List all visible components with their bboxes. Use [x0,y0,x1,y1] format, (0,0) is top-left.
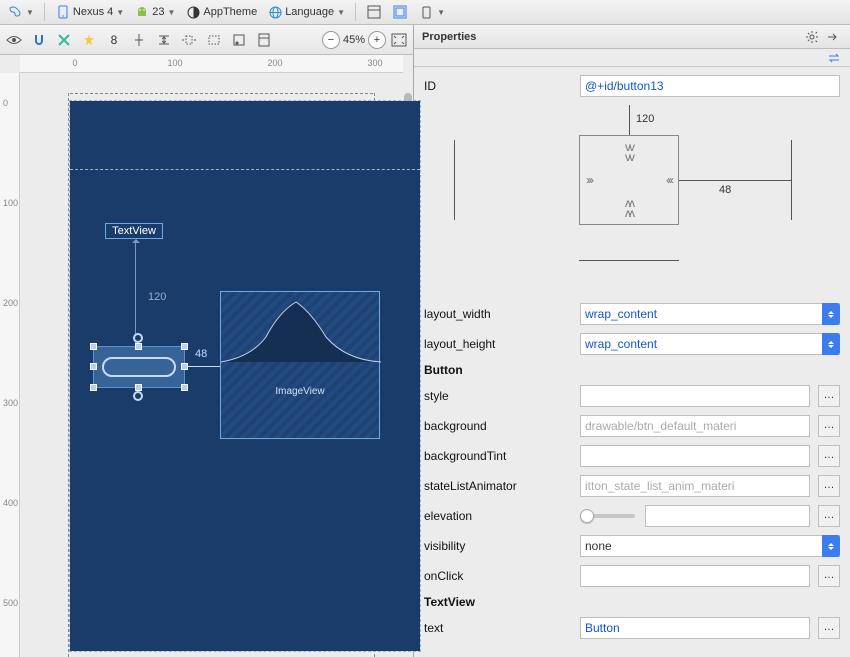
resize-handle[interactable] [90,343,97,350]
phone-icon [418,4,434,20]
resize-handle[interactable] [181,343,188,350]
resize-handle[interactable] [181,384,188,391]
dropdown-button[interactable] [822,333,840,355]
palette-icon [7,4,23,20]
dropdown-button[interactable] [822,303,840,325]
more-button[interactable]: … [818,565,840,587]
design-pane: 8 − 45% + 0 100 200 [0,25,414,657]
expand-v-icon[interactable] [204,30,224,50]
palette-dropdown[interactable]: ▼ [4,0,37,24]
zoom-out-button[interactable]: − [322,31,340,49]
resize-handle[interactable] [135,343,142,350]
ruler-vertical: 0 100 200 300 400 500 [0,73,20,657]
background-input[interactable] [580,415,810,437]
more-button[interactable]: … [818,415,840,437]
section-textview: TextView [424,595,572,609]
constraint-arrow-top [135,241,136,346]
layout-width-label: layout_width [424,307,572,321]
expand-h-icon[interactable] [179,30,199,50]
zoom-level: 45% [343,34,365,46]
layout-width-select[interactable] [580,303,840,325]
id-label: ID [424,79,572,93]
section-button: Button [424,363,572,377]
panel-title: Properties [422,31,476,43]
backgroundtint-input[interactable] [580,445,810,467]
more-button[interactable]: … [818,475,840,497]
layout-variant2[interactable] [389,0,411,24]
theme-dropdown[interactable]: AppTheme [182,0,260,24]
more-button[interactable]: … [818,505,840,527]
phone-icon [55,4,71,20]
magnet-icon[interactable] [29,30,49,50]
constraint-widget[interactable]: 120 vvvv ʌʌʌʌ ›››‹‹‹ 48 [424,105,840,295]
resize-handle[interactable] [90,384,97,391]
api-dropdown[interactable]: 23▼ [131,0,178,24]
constraint-right-label: 48 [195,348,207,360]
clear-constraints-icon[interactable] [54,30,74,50]
device-dropdown[interactable]: Nexus 4▼ [52,0,127,24]
eye-icon[interactable] [4,30,24,50]
more-button[interactable]: … [818,385,840,407]
constraint-top-label: 120 [148,291,166,303]
id-input[interactable] [580,75,840,97]
more-button[interactable]: … [818,445,840,467]
statelistanimator-input[interactable] [580,475,810,497]
elevation-slider[interactable] [580,505,810,527]
elevation-input[interactable] [645,505,810,527]
globe-icon [267,4,283,20]
zoom-fit-icon[interactable] [389,30,409,50]
resize-handle[interactable] [135,384,142,391]
onclick-input[interactable] [580,565,810,587]
design-toolbar-row2: 8 − 45% + [0,25,413,55]
canvas-imageview[interactable]: ImageView [220,291,380,439]
ruler-horizontal: 0 100 200 300 [20,55,403,73]
theme-icon [185,4,201,20]
constraint-anchor[interactable] [133,333,143,343]
pack-icon[interactable] [154,30,174,50]
collapse-icon[interactable] [822,27,842,47]
swap-icon[interactable] [824,48,844,68]
infer-icon[interactable] [79,30,99,50]
android-icon [134,4,150,20]
layout-variant1[interactable] [363,0,385,24]
margin-value[interactable]: 8 [104,30,124,50]
imageview-placeholder [221,292,381,372]
canvas-button-selected[interactable] [93,346,185,388]
guideline-icon[interactable] [229,30,249,50]
properties-panel: Properties ID 120 vvvv [414,25,850,657]
visibility-select[interactable] [580,535,840,557]
align-icon[interactable] [129,30,149,50]
gear-icon[interactable] [802,27,822,47]
more-button[interactable]: … [818,617,840,639]
design-toolbar: ▼ Nexus 4▼ 23▼ AppTheme [0,0,850,25]
zoom-in-button[interactable]: + [368,31,386,49]
language-dropdown[interactable]: Language▼ [264,0,348,24]
layout-height-select[interactable] [580,333,840,355]
orientation-dropdown[interactable]: ▼ [415,0,448,24]
text-input[interactable] [580,617,810,639]
design-canvas[interactable]: TextView 120 [20,73,403,657]
percent-icon[interactable] [254,30,274,50]
resize-handle[interactable] [90,363,97,370]
layout-height-label: layout_height [424,337,572,351]
dropdown-button[interactable] [822,535,840,557]
style-input[interactable] [580,385,810,407]
constraint-anchor[interactable] [133,391,143,401]
